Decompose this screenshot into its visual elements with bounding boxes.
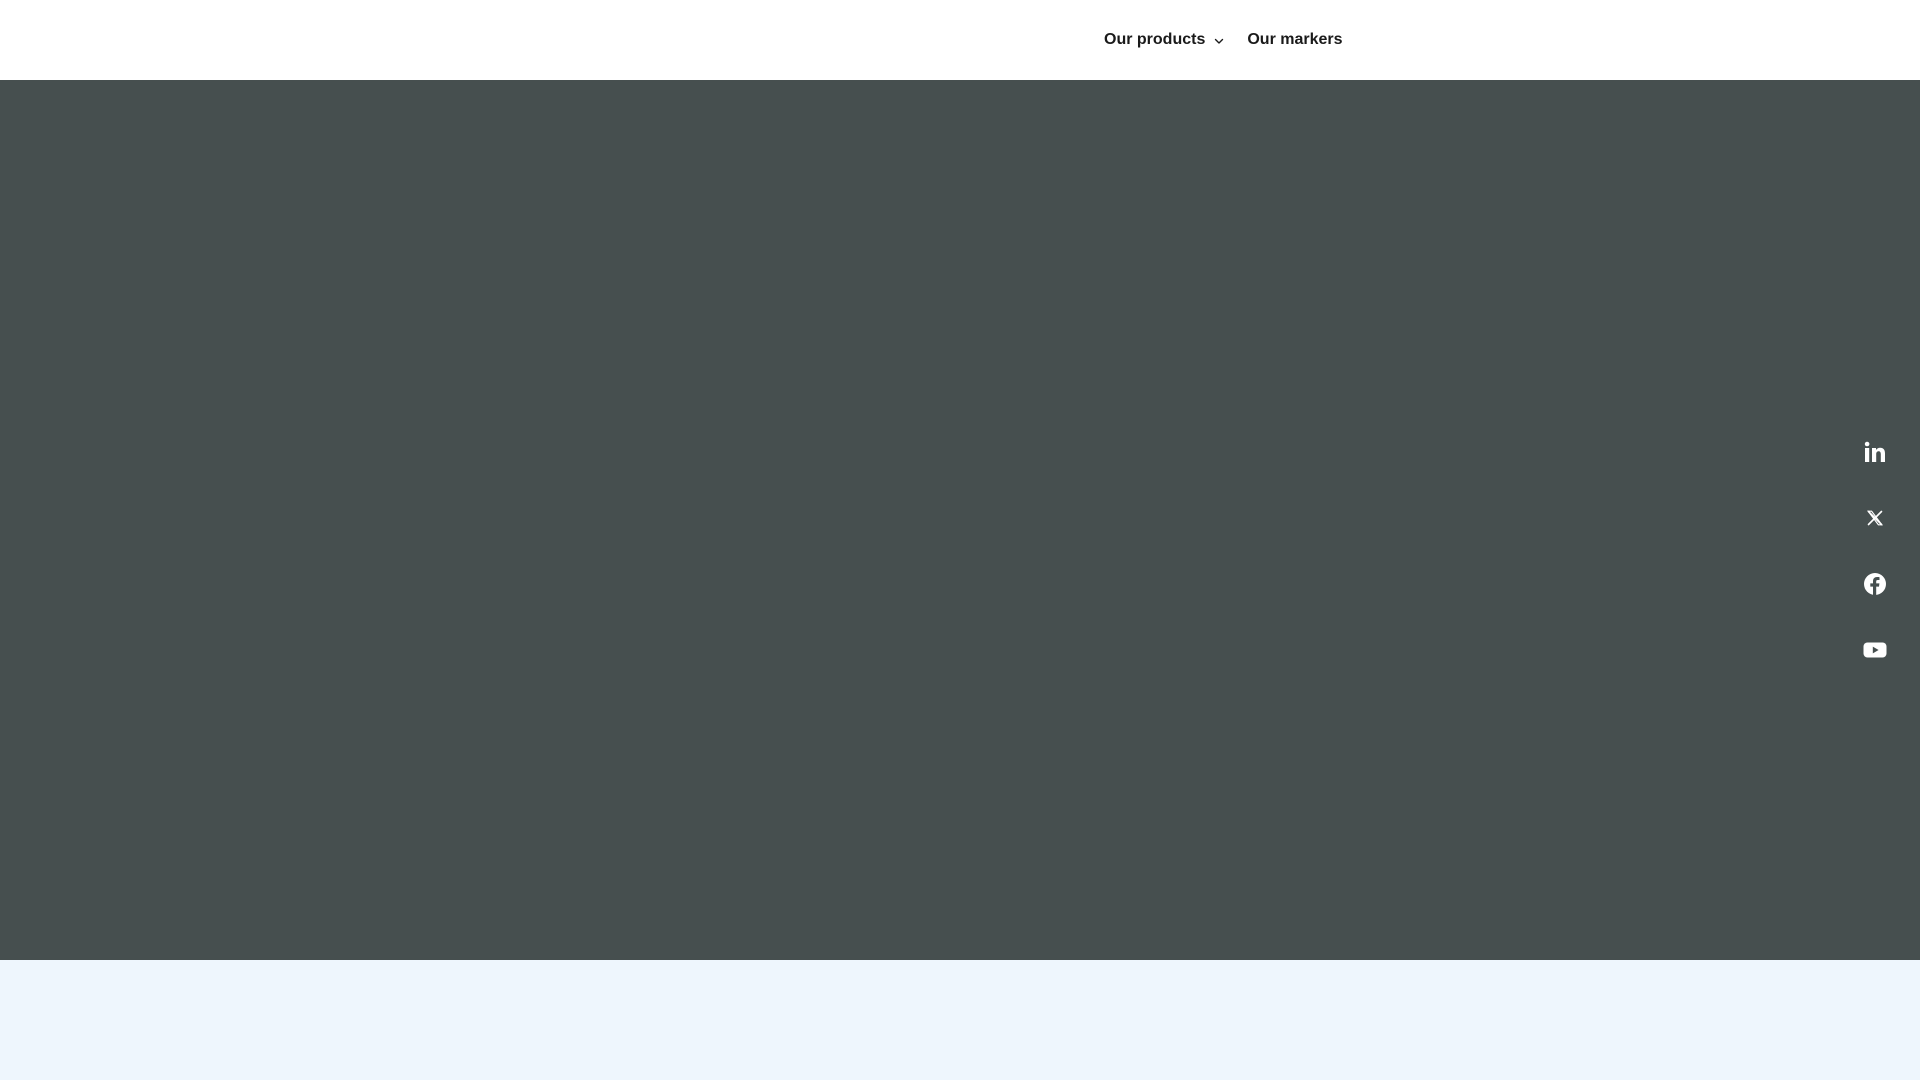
linkedin-link[interactable] <box>1863 440 1887 464</box>
main-nav: Our products Our markers <box>1104 0 1343 80</box>
facebook-icon <box>1864 573 1886 595</box>
nav-our-markers[interactable]: Our markers <box>1247 31 1342 49</box>
facebook-link[interactable] <box>1863 572 1887 596</box>
social-links <box>1830 440 1920 662</box>
nav-our-products[interactable]: Our products <box>1104 31 1225 49</box>
site-header: Our products Our markers <box>0 0 1920 80</box>
nav-our-products-label: Our products <box>1104 31 1206 48</box>
lower-section <box>0 960 1920 1080</box>
youtube-link[interactable] <box>1863 638 1887 662</box>
linkedin-icon <box>1864 441 1885 462</box>
chevron-down-icon <box>1213 34 1225 46</box>
x-twitter-icon <box>1867 510 1883 526</box>
youtube-icon <box>1863 642 1887 658</box>
nav-our-markers-label: Our markers <box>1247 31 1343 48</box>
hero-section <box>0 80 1920 960</box>
x-twitter-link[interactable] <box>1863 506 1887 530</box>
